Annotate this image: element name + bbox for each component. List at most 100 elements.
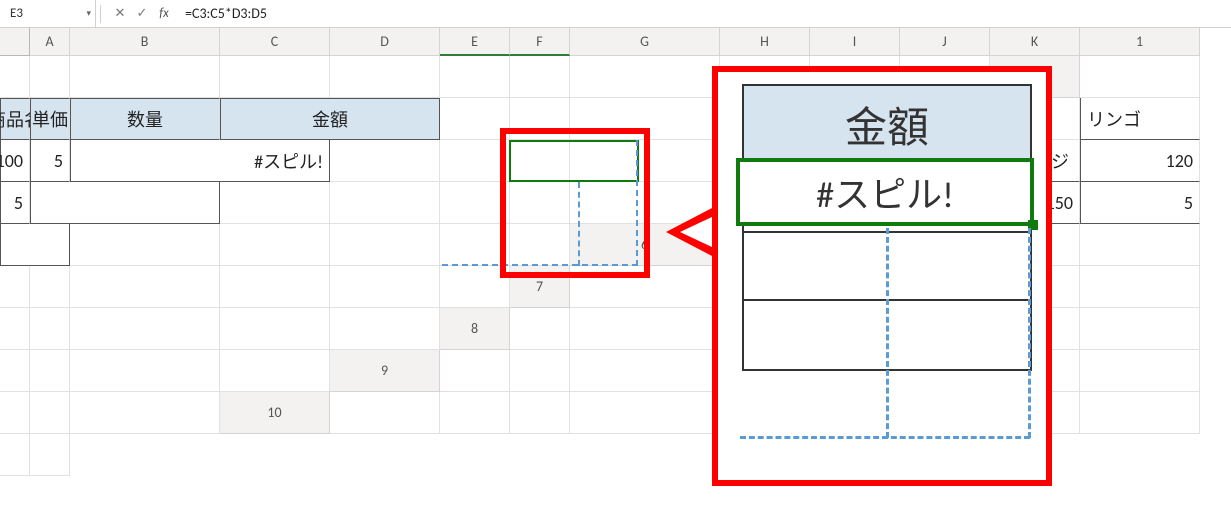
col-head-F[interactable]: F xyxy=(510,28,570,56)
cell-G1[interactable] xyxy=(510,56,570,98)
cell-A9[interactable] xyxy=(440,350,510,392)
cell-C3[interactable]: 100 xyxy=(0,140,30,182)
cell-I7[interactable] xyxy=(70,308,220,350)
row-head-9[interactable]: 9 xyxy=(330,350,440,392)
cell-F1[interactable] xyxy=(440,56,510,98)
cell-J3[interactable] xyxy=(570,140,720,182)
cell-H7[interactable] xyxy=(30,308,70,350)
cell-B3[interactable]: リンゴ xyxy=(1080,98,1200,140)
cell-H4[interactable] xyxy=(330,182,440,224)
cell-D10[interactable] xyxy=(570,392,720,434)
cell-I5[interactable] xyxy=(330,224,440,266)
cell-E3-value: #スピル! xyxy=(254,148,323,174)
cell-C4[interactable]: 120 xyxy=(1080,140,1200,182)
cell-D3[interactable]: 5 xyxy=(30,140,70,182)
cell-A7[interactable] xyxy=(570,266,720,308)
cell-H9[interactable] xyxy=(1080,350,1200,392)
cell-E3[interactable]: #スピル! xyxy=(70,140,330,182)
cell-H6[interactable] xyxy=(70,266,220,308)
cell-G8[interactable] xyxy=(1080,308,1200,350)
cell-B9[interactable] xyxy=(510,350,570,392)
row-head-7[interactable]: 7 xyxy=(510,266,570,308)
cell-D5-value: 5 xyxy=(1184,192,1193,214)
row-head-1[interactable]: 1 xyxy=(1080,28,1200,56)
cell-A8[interactable] xyxy=(510,308,570,350)
cell-J6[interactable] xyxy=(330,266,440,308)
cell-H2[interactable] xyxy=(510,98,570,140)
cell-G6[interactable] xyxy=(30,266,70,308)
cell-A2[interactable] xyxy=(1080,56,1200,98)
col-head-E[interactable]: E xyxy=(440,28,510,56)
cell-C10[interactable] xyxy=(510,392,570,434)
chevron-down-icon[interactable]: ▾ xyxy=(86,8,91,19)
callout-dash-vertical-right xyxy=(1028,228,1031,438)
fx-icon[interactable]: fx xyxy=(153,3,175,25)
cell-J4[interactable] xyxy=(510,182,570,224)
col-head-B[interactable]: B xyxy=(70,28,220,56)
cell-E5[interactable] xyxy=(0,224,70,266)
cell-I6[interactable] xyxy=(220,266,330,308)
col-head-J[interactable]: J xyxy=(900,28,990,56)
cell-K8[interactable] xyxy=(220,350,330,392)
cell-G5[interactable] xyxy=(70,224,220,266)
cell-J10[interactable] xyxy=(0,434,30,476)
cell-B1[interactable] xyxy=(30,56,70,98)
cell-B8[interactable] xyxy=(570,308,720,350)
col-head-H[interactable]: H xyxy=(720,28,810,56)
cell-F6[interactable] xyxy=(0,266,30,308)
name-box[interactable]: E3 ▾ xyxy=(0,0,96,27)
cell-H1[interactable] xyxy=(570,56,720,98)
cell-H8[interactable] xyxy=(0,350,30,392)
cell-C9[interactable] xyxy=(570,350,720,392)
cancel-icon[interactable]: ✕ xyxy=(109,3,131,25)
select-all-corner[interactable] xyxy=(0,28,30,56)
cell-K9[interactable] xyxy=(70,392,220,434)
cell-J9[interactable] xyxy=(30,392,70,434)
cell-I8[interactable] xyxy=(30,350,70,392)
cell-F7[interactable] xyxy=(1080,266,1200,308)
row-head-8[interactable]: 8 xyxy=(440,308,510,350)
col-head-I[interactable]: I xyxy=(810,28,900,56)
row-head-10[interactable]: 10 xyxy=(220,392,330,434)
cell-I10[interactable] xyxy=(1080,392,1200,434)
cell-G3[interactable] xyxy=(330,140,440,182)
formula-text: =C3:C5*D3:D5 xyxy=(185,5,267,22)
cell-H5[interactable] xyxy=(220,224,330,266)
cell-I9[interactable] xyxy=(0,392,30,434)
cell-E1[interactable] xyxy=(330,56,440,98)
cell-K7[interactable] xyxy=(330,308,440,350)
cell-G7[interactable] xyxy=(0,308,30,350)
cell-C1[interactable] xyxy=(70,56,220,98)
cell-H3[interactable] xyxy=(440,140,510,182)
col-head-K[interactable]: K xyxy=(990,28,1080,56)
col-head-A[interactable]: A xyxy=(30,28,70,56)
cell-J7[interactable] xyxy=(220,308,330,350)
cell-D5[interactable]: 5 xyxy=(1080,182,1200,224)
cell-E2[interactable]: 金額 xyxy=(220,98,440,140)
cell-K10[interactable] xyxy=(30,434,70,476)
cell-K6[interactable] xyxy=(440,266,510,308)
col-head-D[interactable]: D xyxy=(330,28,440,56)
cell-G4[interactable] xyxy=(220,182,330,224)
cell-A10[interactable] xyxy=(330,392,440,434)
confirm-icon[interactable]: ✓ xyxy=(131,3,153,25)
cell-C2[interactable]: 単価 xyxy=(30,98,70,140)
cell-B2[interactable]: 商品名 xyxy=(0,98,30,140)
col-head-G[interactable]: G xyxy=(570,28,720,56)
cell-B10[interactable] xyxy=(440,392,510,434)
cell-E6[interactable] xyxy=(1080,224,1200,266)
cell-A1[interactable] xyxy=(0,56,30,98)
cell-G2[interactable] xyxy=(440,98,510,140)
cell-I4[interactable] xyxy=(440,182,510,224)
col-head-C[interactable]: C xyxy=(220,28,330,56)
cell-J8[interactable] xyxy=(70,350,220,392)
cell-K5[interactable] xyxy=(510,224,570,266)
cell-I3[interactable] xyxy=(510,140,570,182)
cell-E4[interactable] xyxy=(30,182,220,224)
cell-D4[interactable]: 5 xyxy=(0,182,30,224)
cell-D1[interactable] xyxy=(220,56,330,98)
cell-J5[interactable] xyxy=(440,224,510,266)
cell-I2[interactable] xyxy=(570,98,720,140)
cell-D2[interactable]: 数量 xyxy=(70,98,220,140)
formula-input[interactable]: =C3:C5*D3:D5 xyxy=(179,0,1231,27)
